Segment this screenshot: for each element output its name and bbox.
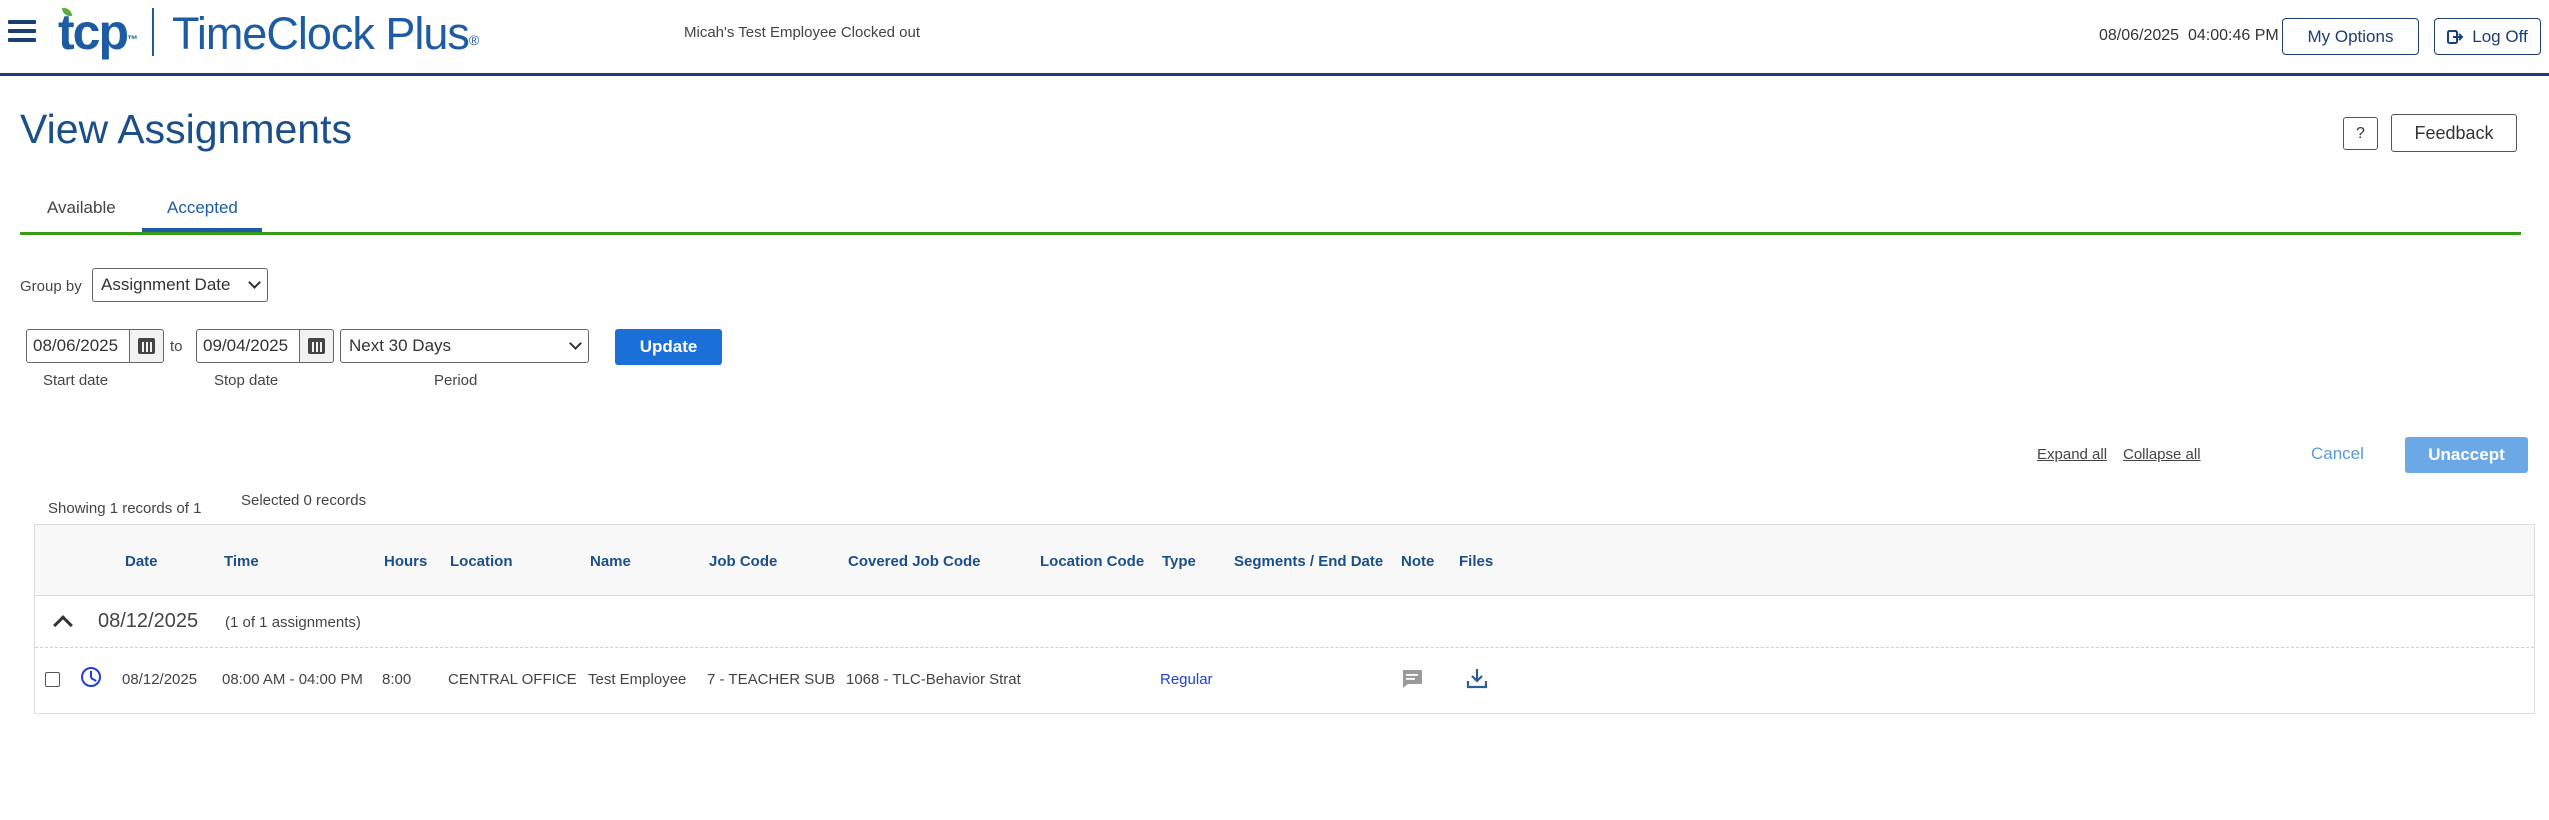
update-button[interactable]: Update	[615, 329, 722, 365]
log-off-label: Log Off	[2472, 26, 2528, 46]
log-off-button[interactable]: Log Off	[2434, 18, 2541, 55]
tab-available[interactable]: Available	[47, 198, 116, 218]
logo-registered: ®	[468, 32, 480, 48]
column-header-note[interactable]: Note	[1401, 553, 1434, 570]
calendar-icon	[308, 338, 325, 354]
my-options-label: My Options	[2307, 26, 2394, 46]
logo-tcp: tcp™	[58, 4, 138, 60]
group-by-select[interactable]: Assignment Date	[92, 268, 268, 302]
cell-type-link[interactable]: Regular	[1160, 671, 1213, 688]
my-options-button[interactable]: My Options	[2282, 18, 2419, 55]
column-header-job-code[interactable]: Job Code	[709, 553, 777, 570]
column-header-location-code[interactable]: Location Code	[1040, 553, 1144, 570]
records-selected-text: Selected 0 records	[241, 492, 367, 509]
table-header: Date Time Hours Location Name Job Code C…	[35, 525, 2534, 596]
column-header-covered-job-code[interactable]: Covered Job Code	[848, 553, 981, 570]
row-checkbox[interactable]	[45, 672, 60, 687]
group-row: 08/12/2025 (1 of 1 assignments)	[35, 596, 2534, 648]
start-date-label: Start date	[43, 372, 109, 389]
cell-name: Test Employee	[588, 671, 687, 688]
period-label: Period	[434, 372, 478, 389]
records-showing-text: Showing 1 records of 1	[48, 500, 202, 517]
column-header-name[interactable]: Name	[590, 553, 631, 570]
current-datetime: 08/06/2025 04:00:46 PM	[2099, 27, 2279, 44]
logo-divider	[152, 8, 154, 56]
group-by-value: Assignment Date	[101, 275, 231, 294]
group-by-label: Group by	[20, 278, 82, 295]
assignments-table: Date Time Hours Location Name Job Code C…	[34, 524, 2535, 714]
table-row: 08/12/2025 08:00 AM - 04:00 PM 8:00 CENT…	[35, 648, 2534, 714]
logo-tcp-text: tcp	[58, 4, 129, 60]
group-count: (1 of 1 assignments)	[225, 614, 361, 631]
cell-time: 08:00 AM - 04:00 PM	[222, 671, 363, 688]
calendar-icon	[138, 338, 155, 354]
start-date-input[interactable]: 08/06/2025	[26, 329, 130, 363]
top-header: tcp™ TimeClock Plus® Micah's Test Employ…	[0, 0, 2549, 76]
start-date-calendar-button[interactable]	[129, 329, 164, 363]
stop-date-calendar-button[interactable]	[299, 329, 334, 363]
note-icon[interactable]	[1401, 669, 1423, 689]
tab-accepted[interactable]: Accepted	[167, 198, 238, 218]
cell-covered-job-code: 1068 - TLC-Behavior Strat	[846, 671, 1021, 688]
chevron-down-icon	[569, 337, 582, 350]
cancel-button[interactable]: Cancel	[2311, 444, 2364, 464]
column-header-segments-end-date[interactable]: Segments / End Date	[1234, 553, 1383, 570]
cell-location: CENTRAL OFFICE	[448, 671, 577, 688]
tab-divider	[20, 232, 2521, 235]
column-header-date[interactable]: Date	[125, 553, 158, 570]
chevron-up-icon[interactable]	[53, 615, 73, 635]
collapse-all-link[interactable]: Collapse all	[2123, 446, 2201, 463]
column-header-time[interactable]: Time	[224, 553, 259, 570]
stop-date-input[interactable]: 09/04/2025	[196, 329, 300, 363]
log-off-icon	[2447, 29, 2464, 44]
period-select[interactable]: Next 30 Days	[340, 329, 589, 363]
to-label: to	[170, 338, 183, 355]
cell-date: 08/12/2025	[122, 671, 198, 688]
cell-hours: 8:00	[382, 671, 412, 688]
column-header-location[interactable]: Location	[450, 553, 513, 570]
feedback-button[interactable]: Feedback	[2391, 114, 2517, 152]
expand-all-link[interactable]: Expand all	[2037, 446, 2107, 463]
column-header-type[interactable]: Type	[1162, 553, 1196, 570]
clock-status-text: Micah's Test Employee Clocked out	[684, 24, 921, 41]
download-icon[interactable]	[1465, 666, 1489, 690]
logo-trademark: ™	[127, 34, 138, 46]
column-header-hours[interactable]: Hours	[384, 553, 427, 570]
column-header-files[interactable]: Files	[1459, 553, 1493, 570]
help-button[interactable]: ?	[2343, 117, 2378, 150]
logo-name: TimeClock Plus®	[172, 6, 479, 62]
page-title: View Assignments	[20, 106, 352, 152]
group-date: 08/12/2025	[98, 610, 199, 632]
stop-date-label: Stop date	[214, 372, 279, 389]
clock-icon[interactable]	[81, 667, 101, 687]
logo-name-text: TimeClock Plus	[172, 8, 470, 59]
hamburger-menu-icon[interactable]	[8, 20, 38, 46]
cell-job-code: 7 - TEACHER SUB	[707, 671, 836, 688]
unaccept-button[interactable]: Unaccept	[2405, 437, 2528, 473]
chevron-down-icon	[248, 276, 261, 289]
period-value: Next 30 Days	[349, 336, 452, 355]
